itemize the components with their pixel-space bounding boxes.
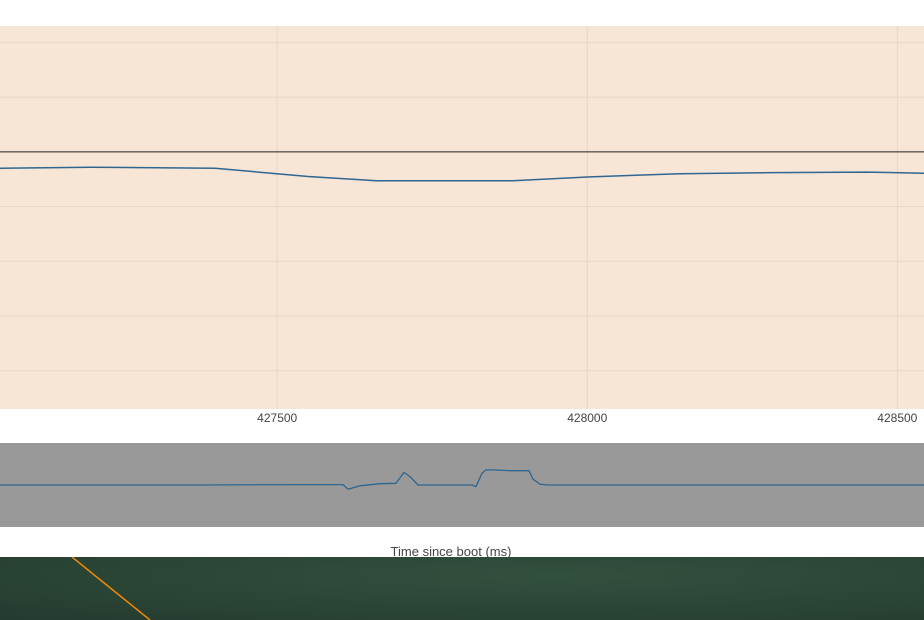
x-tick-label: 427500: [257, 411, 297, 425]
x-tick-label: 428500: [877, 411, 917, 425]
main-plot[interactable]: 427500 428000 428500: [0, 0, 924, 430]
chart-stage: 427500 428000 428500 Time since boot (ms): [0, 0, 924, 620]
video-overlay-line: [71, 557, 151, 620]
range-slider[interactable]: [0, 443, 924, 527]
plot-background: [0, 26, 924, 409]
x-axis-title: Time since boot (ms): [390, 544, 512, 557]
overlay-line: [71, 557, 151, 620]
video-panel: [0, 557, 924, 620]
x-tick-label: 428000: [567, 411, 607, 425]
